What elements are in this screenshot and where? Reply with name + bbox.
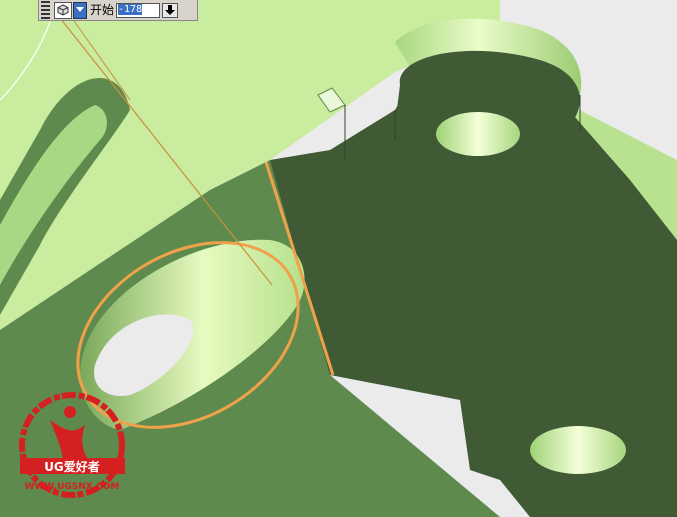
view-toolbar: 开始 -178 bbox=[38, 0, 198, 21]
start-label: 开始 bbox=[90, 2, 115, 17]
chevron-down-icon[interactable] bbox=[73, 1, 87, 19]
watermark-brand: UG爱好者 bbox=[44, 459, 100, 474]
toolbar-grip[interactable] bbox=[41, 0, 50, 20]
start-value-text: -178 bbox=[118, 3, 143, 15]
watermark-url: WWW.UGSNX.COM bbox=[25, 482, 120, 492]
ug-watermark-logo: UG爱好者 WWW.UGSNX.COM bbox=[19, 392, 125, 498]
spin-down-icon[interactable] bbox=[162, 2, 179, 18]
start-value-input[interactable]: -178 bbox=[116, 2, 161, 18]
lower-hole-bore bbox=[530, 426, 626, 474]
watermark-head bbox=[64, 406, 76, 418]
cube-view-icon[interactable] bbox=[54, 1, 72, 19]
boss-hole-bore bbox=[436, 112, 520, 156]
